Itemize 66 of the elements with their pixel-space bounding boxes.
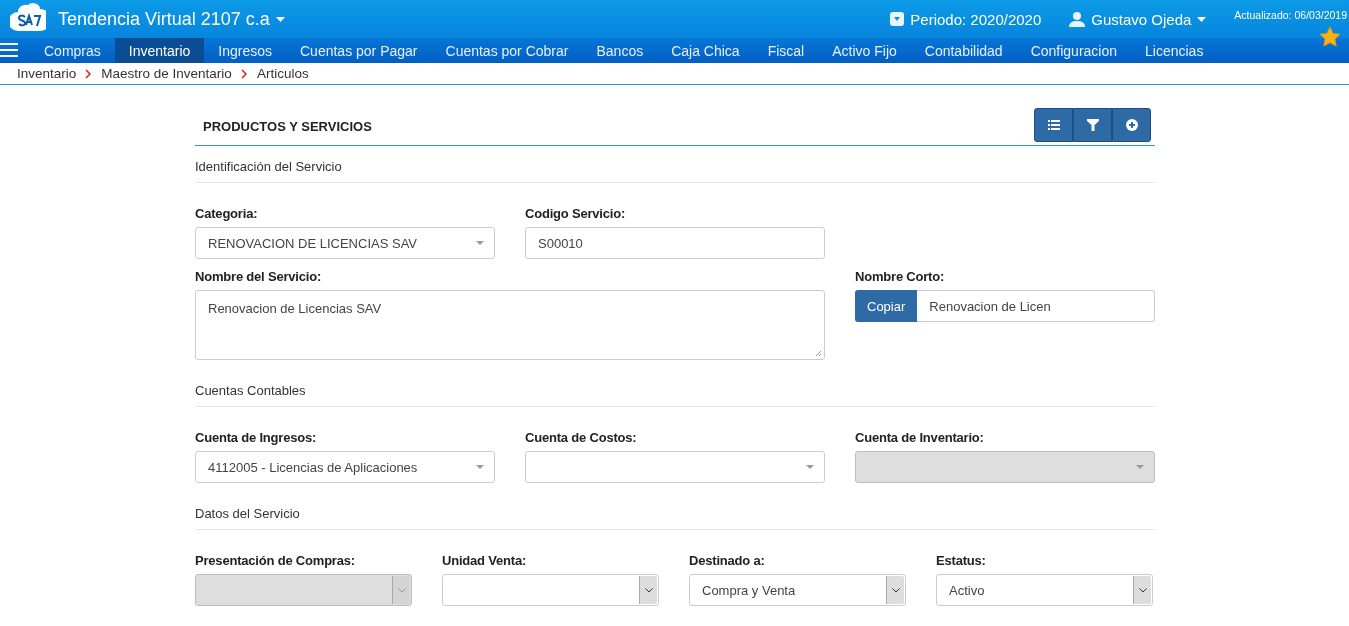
chevron-icon [240,68,248,79]
field-label: Categoria: [195,206,259,221]
menu-item[interactable]: Contabilidad [910,38,1017,63]
caret-icon [476,464,484,470]
chevron-icon [891,587,900,593]
field-label: Cuenta de Costos: [525,430,638,445]
menu-item[interactable]: Fiscal [753,38,819,63]
field-label: Codigo Servicio: [525,206,627,221]
menu-icon[interactable] [0,43,18,57]
breadcrumb-link[interactable]: Inventario [17,66,77,81]
menu-item[interactable]: Ingresos [204,38,286,63]
chevron-icon [644,587,653,593]
section-title: Datos del Servicio [195,493,1155,530]
plus-circle-icon [1125,119,1138,131]
menu-item[interactable]: Cuentas por Pagar [286,38,432,63]
chevron-icon [397,587,406,593]
textarea-field[interactable]: Renovacion de Licencias SAV [195,290,825,360]
section-title: Cuentas Contables [195,370,1155,407]
menu-item[interactable]: Cuentas por Cobrar [431,38,583,63]
field-label: Nombre del Servicio: [195,269,323,284]
field-label: Presentación de Compras: [195,553,356,568]
caret-icon [806,464,814,470]
filter-icon [1086,119,1099,131]
menu-item[interactable]: Configuracion [1016,38,1132,63]
chevron-icon [85,68,93,79]
section-title: Identificación del Servicio [195,146,1155,183]
caret-icon [1136,464,1144,470]
updated-date: Actualizado: 06/03/2019 [1234,9,1347,21]
select-field[interactable]: 4112005 - Licencias de Aplicaciones [195,451,495,483]
list-button[interactable] [1034,108,1073,142]
field-label: Destinado a: [689,553,766,568]
user-icon [1069,11,1086,27]
menu-item[interactable]: Inventario [114,38,205,63]
caret-icon [476,240,484,246]
copy-button[interactable]: Copiar [855,290,918,322]
menu-item[interactable]: Caja Chica [657,38,754,63]
menu-item[interactable]: Compras [30,38,115,63]
field-label: Cuenta de Ingresos: [195,430,318,445]
select-field[interactable]: RENOVACION DE LICENCIAS SAV [195,227,495,259]
add-button[interactable] [1112,108,1151,142]
caret-icon[interactable] [1197,16,1207,22]
calendar-icon [890,12,905,26]
field-label: Nombre Corto: [855,269,946,284]
user-name[interactable]: Gustavo Ojeda [1091,10,1192,28]
select-field[interactable] [525,451,825,483]
caret-icon[interactable] [275,16,285,22]
period-label[interactable]: Periodo: 2020/2020 [910,10,1042,28]
list-icon [1047,119,1060,131]
company-name[interactable]: Tendencia Virtual 2107 c.a [58,8,270,30]
panel-title: PRODUCTOS Y SERVICIOS [203,119,372,134]
input-field[interactable]: S00010 [525,227,825,259]
breadcrumb-link[interactable]: Maestro de Inventario [101,66,232,81]
select-field[interactable]: Compra y Venta [689,574,906,606]
field-label: Estatus: [936,553,987,568]
select-field[interactable]: Activo [936,574,1153,606]
input-field[interactable]: Renovacion de Licen [917,290,1155,322]
menu-item[interactable]: Activo Fijo [818,38,911,63]
select-field[interactable] [442,574,659,606]
menu-item[interactable]: Licencias [1131,38,1218,63]
field-label: Cuenta de Inventario: [855,430,985,445]
field-label: Unidad Venta: [442,553,528,568]
chevron-icon [1138,587,1147,593]
filter-button[interactable] [1073,108,1112,142]
star-icon[interactable] [1319,26,1341,47]
resize-grip-icon[interactable] [815,350,822,357]
menu-item[interactable]: Bancos [582,38,658,63]
